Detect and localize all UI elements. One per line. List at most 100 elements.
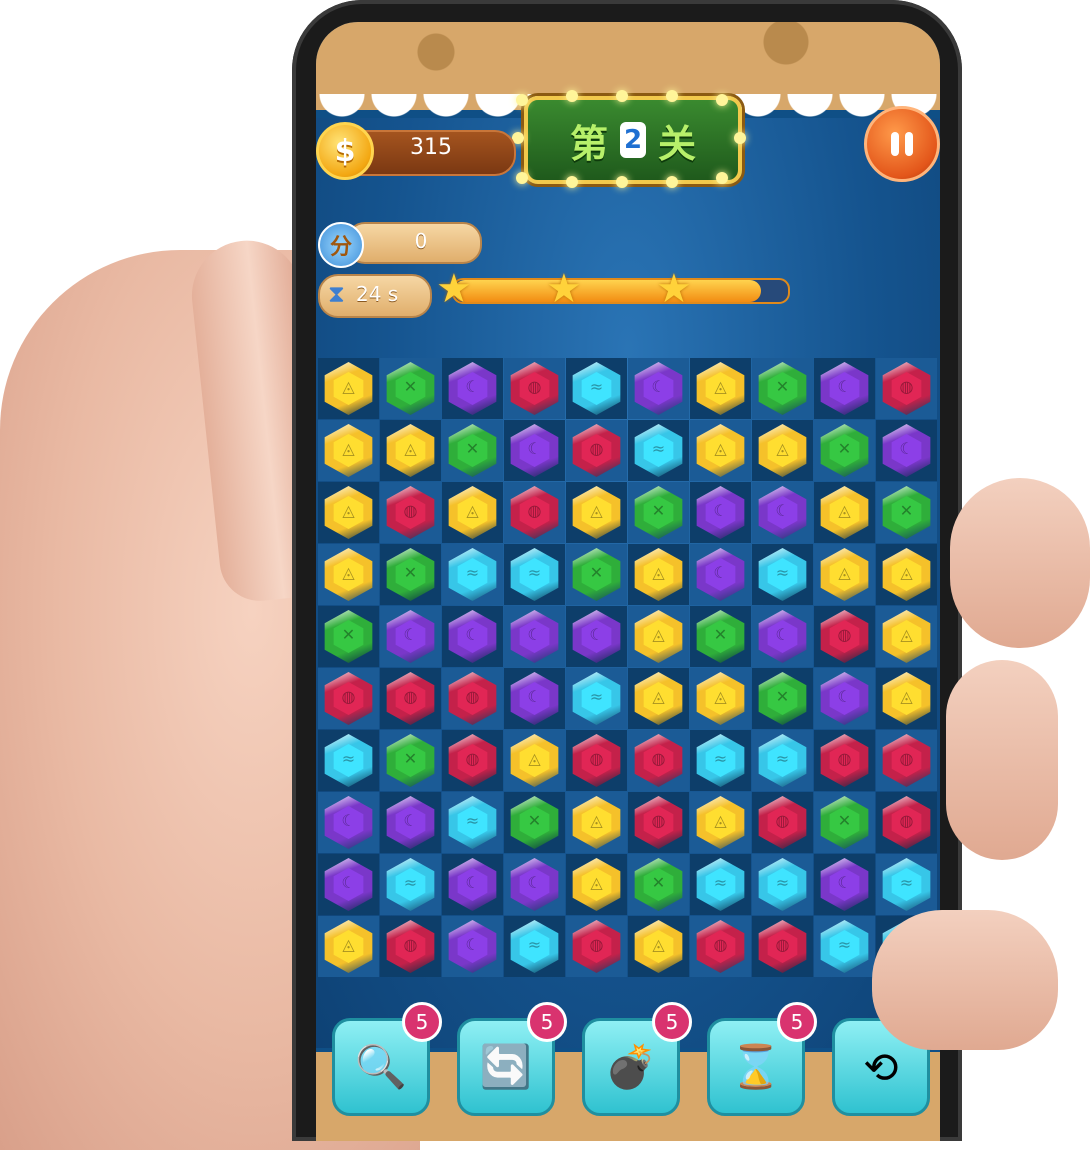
board-cell[interactable]: ◬ [876, 668, 937, 729]
board-cell[interactable]: ✕ [814, 792, 875, 853]
board-cell[interactable]: ≈ [566, 358, 627, 419]
board-cell[interactable]: ≈ [752, 730, 813, 791]
board-cell[interactable]: ≈ [752, 854, 813, 915]
board-cell[interactable]: ◍ [318, 668, 379, 729]
board-cell[interactable]: ◍ [752, 792, 813, 853]
board-cell[interactable]: ☾ [318, 854, 379, 915]
board-cell[interactable]: ☾ [690, 482, 751, 543]
board-cell[interactable]: ◍ [442, 730, 503, 791]
board-cell[interactable]: ◬ [504, 730, 565, 791]
board-cell[interactable]: ≈ [380, 854, 441, 915]
board-cell[interactable]: ✕ [566, 544, 627, 605]
board-cell[interactable]: ✕ [318, 606, 379, 667]
board-cell[interactable]: ☾ [814, 668, 875, 729]
board-cell[interactable]: ◍ [566, 420, 627, 481]
board-cell[interactable]: ◍ [566, 730, 627, 791]
board-cell[interactable]: ☾ [814, 358, 875, 419]
board-cell[interactable]: ◬ [628, 916, 689, 977]
board-cell[interactable]: ✕ [814, 420, 875, 481]
board-cell[interactable]: ◬ [566, 792, 627, 853]
board-cell[interactable]: ☾ [876, 420, 937, 481]
board-cell[interactable]: ◬ [690, 358, 751, 419]
board-cell[interactable]: ≈ [690, 854, 751, 915]
board-cell[interactable]: ◬ [690, 792, 751, 853]
board-cell[interactable]: ≈ [442, 792, 503, 853]
board-cell[interactable]: ◬ [690, 420, 751, 481]
board-cell[interactable]: ◍ [628, 792, 689, 853]
board-cell[interactable]: ◬ [318, 544, 379, 605]
board-cell[interactable]: ◬ [566, 482, 627, 543]
board-cell[interactable]: ≈ [566, 668, 627, 729]
board-cell[interactable]: ◬ [814, 482, 875, 543]
board-cell[interactable]: ◬ [318, 482, 379, 543]
board-cell[interactable]: ◍ [566, 916, 627, 977]
board-cell[interactable]: ☾ [380, 792, 441, 853]
board-cell[interactable]: ✕ [752, 668, 813, 729]
board-cell[interactable]: ≈ [504, 916, 565, 977]
board-cell[interactable]: ◬ [876, 606, 937, 667]
board-cell[interactable]: ◍ [380, 668, 441, 729]
board-cell[interactable]: ◍ [876, 730, 937, 791]
board-cell[interactable]: ◍ [628, 730, 689, 791]
board-cell[interactable]: ≈ [628, 420, 689, 481]
board-cell[interactable]: ◬ [566, 854, 627, 915]
board-cell[interactable]: ☾ [504, 668, 565, 729]
board-cell[interactable]: ☾ [504, 606, 565, 667]
pause-button[interactable] [864, 106, 940, 182]
board-cell[interactable]: ◍ [380, 482, 441, 543]
board-cell[interactable]: ◬ [318, 916, 379, 977]
board-cell[interactable]: ◍ [504, 358, 565, 419]
board-cell[interactable]: ☾ [566, 606, 627, 667]
board-cell[interactable]: ≈ [318, 730, 379, 791]
board-cell[interactable]: ☾ [504, 420, 565, 481]
board-cell[interactable]: ✕ [380, 544, 441, 605]
board-cell[interactable]: ☾ [814, 854, 875, 915]
board-cell[interactable]: ☾ [442, 606, 503, 667]
board-cell[interactable]: ✕ [690, 606, 751, 667]
board-cell[interactable]: ✕ [442, 420, 503, 481]
board-cell[interactable]: ◍ [690, 916, 751, 977]
board-cell[interactable]: ✕ [752, 358, 813, 419]
board-cell[interactable]: ☾ [690, 544, 751, 605]
board-cell[interactable]: ◬ [318, 358, 379, 419]
board-cell[interactable]: ≈ [876, 854, 937, 915]
board-cell[interactable]: ≈ [504, 544, 565, 605]
board-cell[interactable]: ◬ [690, 668, 751, 729]
board-cell[interactable]: ◬ [318, 420, 379, 481]
board-cell[interactable]: ≈ [690, 730, 751, 791]
board-cell[interactable]: ☾ [504, 854, 565, 915]
board-cell[interactable]: ☾ [318, 792, 379, 853]
board-cell[interactable]: ◬ [814, 544, 875, 605]
board-cell[interactable]: ◍ [380, 916, 441, 977]
board-cell[interactable]: ✕ [380, 730, 441, 791]
board-cell[interactable]: ◬ [628, 544, 689, 605]
board-cell[interactable]: ☾ [380, 606, 441, 667]
board-cell[interactable]: ✕ [380, 358, 441, 419]
board-cell[interactable]: ☾ [442, 358, 503, 419]
board-cell[interactable]: ◬ [628, 668, 689, 729]
board-cell[interactable]: ◬ [442, 482, 503, 543]
board-cell[interactable]: ◍ [814, 606, 875, 667]
board-cell[interactable]: ≈ [752, 544, 813, 605]
board-cell[interactable]: ≈ [814, 916, 875, 977]
board-cell[interactable]: ◬ [752, 420, 813, 481]
board-cell[interactable]: ◬ [628, 606, 689, 667]
board-cell[interactable]: ◍ [442, 668, 503, 729]
board-cell[interactable]: ◍ [504, 482, 565, 543]
board-cell[interactable]: ◬ [876, 544, 937, 605]
board-cell[interactable]: ✕ [876, 482, 937, 543]
board-cell[interactable]: ☾ [442, 854, 503, 915]
board-cell[interactable]: ☾ [752, 482, 813, 543]
board-cell[interactable]: ☾ [628, 358, 689, 419]
board-cell[interactable]: ◬ [380, 420, 441, 481]
board-cell[interactable]: ✕ [504, 792, 565, 853]
board-cell[interactable]: ≈ [442, 544, 503, 605]
board-cell[interactable]: ◍ [876, 792, 937, 853]
board-cell[interactable]: ✕ [628, 854, 689, 915]
board-cell[interactable]: ☾ [442, 916, 503, 977]
board-cell[interactable]: ◍ [876, 358, 937, 419]
board-cell[interactable]: ◍ [752, 916, 813, 977]
board-cell[interactable]: ☾ [752, 606, 813, 667]
board-cell[interactable]: ◍ [814, 730, 875, 791]
board-cell[interactable]: ✕ [628, 482, 689, 543]
